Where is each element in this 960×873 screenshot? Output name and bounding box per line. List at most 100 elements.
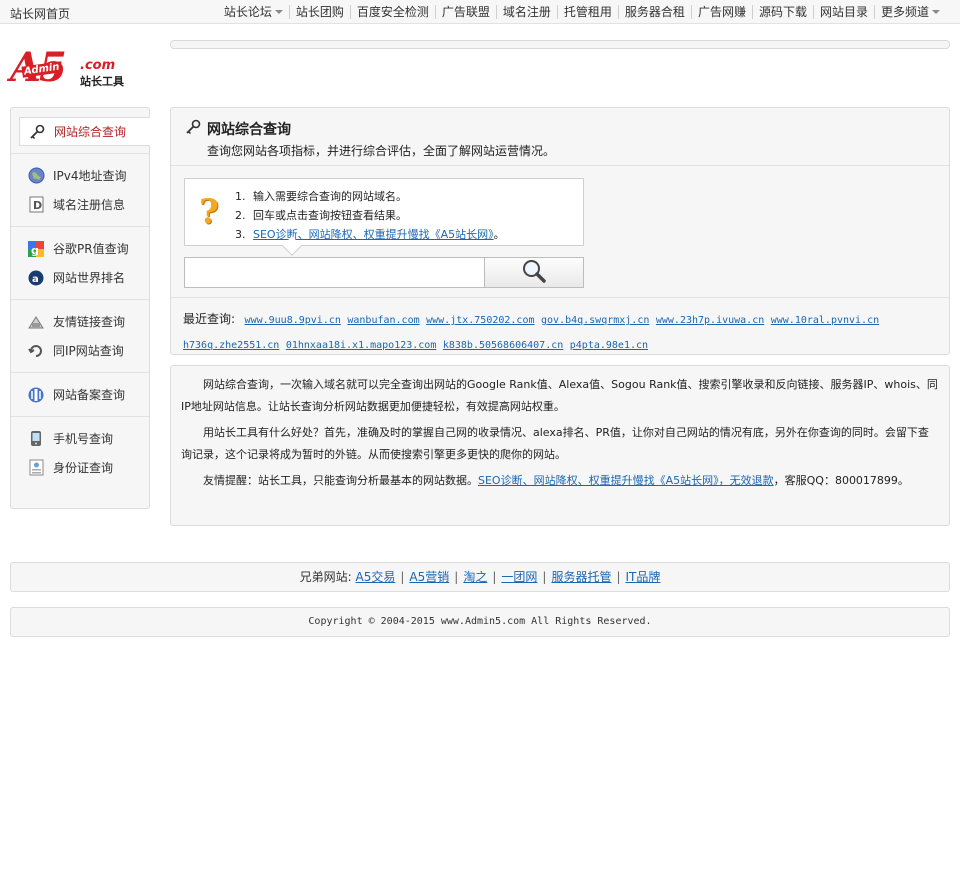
google-icon: g	[27, 240, 45, 258]
search-icon	[521, 258, 547, 287]
recent-query-link[interactable]: www.23h7p.ivuwa.cn	[656, 315, 764, 326]
sidebar-group: 友情链接查询 同IP网站查询	[11, 300, 149, 373]
separator: |	[542, 570, 547, 584]
home-link[interactable]: 站长网首页	[10, 5, 70, 22]
sidebar-item-label: 网站综合查询	[54, 125, 127, 139]
sidebar: 网站综合查询 IPv4地址查询 D 域名注册信息 g 谷歌PR值查询 a 网站世界排名 友情链接…	[10, 107, 150, 509]
friend-link[interactable]: IT品牌	[626, 570, 661, 584]
search-button[interactable]	[484, 257, 584, 288]
domain-search-input[interactable]	[184, 257, 485, 288]
seo-service-link[interactable]: SEO诊断、网站降权、权重提升慢找《A5站长网》，无效退款	[478, 474, 774, 487]
top-nav-label: 百度安全检测	[356, 5, 429, 19]
link-icon	[27, 313, 45, 331]
friend-link[interactable]: 一团网	[501, 570, 537, 584]
key-icon	[28, 123, 46, 141]
question-mark-icon: ?	[199, 192, 219, 232]
instruction-item: 2. 回车或点击查询按钮查看结果。	[235, 206, 505, 225]
recent-query-link[interactable]: h736q.zhe2551.cn	[183, 340, 279, 351]
instruction-text: 输入需要综合查询的网站域名。	[253, 190, 407, 203]
chevron-down-icon	[274, 10, 283, 14]
sidebar-item-label: 手机号查询	[53, 432, 114, 446]
friend-link[interactable]: A5交易	[356, 570, 396, 584]
info-paragraph-2: 用站长工具有什么好处？首先，准确及时的掌握自己网的收录情况、alexa排名、PR…	[181, 426, 929, 461]
info-paragraph-3: 友情提醒：站长工具，只能查询分析最基本的网站数据。SEO诊断、网站降权、权重提升…	[181, 470, 939, 492]
instruction-tail: 。	[493, 228, 505, 241]
info-section: 网站综合查询，一次输入域名就可以完全查询出网站的Google Rank值、Ale…	[170, 365, 950, 526]
panel-header: 网站综合查询 查询您网站各项指标，并进行综合评估，全面了解网站运营情况。	[171, 108, 949, 166]
instructions-box: ? 1. 输入需要综合查询的网站域名。 2. 回车或点击查询按钮查看结果。 3. SEO诊…	[184, 178, 584, 256]
recent-query-link[interactable]: www.jtx.750202.com	[426, 315, 534, 326]
logo[interactable]: A5 Admin .com 站长工具	[10, 48, 140, 94]
logo-tool-name: 站长工具	[80, 75, 124, 88]
recent-queries: 最近查询: www.9uu8.9pvi.cn wanbufan.com www.…	[171, 297, 949, 358]
recent-query-link[interactable]: gov.b4q.swqrmxj.cn	[541, 315, 649, 326]
sidebar-item[interactable]: 友情链接查询	[11, 307, 149, 336]
top-nav-label: 域名注册	[502, 5, 551, 19]
chevron-down-icon	[932, 10, 940, 14]
top-nav-item[interactable]: 托管租用	[556, 5, 618, 19]
top-nav-label: 托管租用	[563, 5, 612, 19]
sidebar-item[interactable]: a 网站世界排名	[11, 263, 149, 292]
top-nav-item[interactable]: 广告网赚	[690, 5, 752, 19]
friend-link[interactable]: 淘之	[463, 570, 487, 584]
recent-query-link[interactable]: k838b.50568606407.cn	[443, 340, 563, 351]
top-nav-item[interactable]: 广告联盟	[434, 5, 496, 19]
key-icon	[185, 119, 201, 138]
document-d-icon: D	[27, 196, 45, 214]
sidebar-item[interactable]: 身份证查询	[11, 453, 149, 482]
logo-com: .com	[80, 58, 116, 73]
sidebar-group: g 谷歌PR值查询 a 网站世界排名	[11, 227, 149, 300]
sidebar-group: 网站备案查询	[11, 373, 149, 417]
top-nav-item[interactable]: 域名注册	[495, 5, 557, 19]
record-icon	[27, 386, 45, 404]
svg-text:g: g	[31, 244, 39, 257]
top-nav: 站长论坛 站长团购 百度安全检测 广告联盟 域名注册 托管租用 服务器合租 广告网赚 源码下载网…	[218, 5, 946, 19]
idcard-icon	[27, 459, 45, 477]
top-nav-label: 网站目录	[819, 5, 868, 19]
svg-text:a: a	[32, 274, 39, 285]
alexa-icon: a	[27, 269, 45, 287]
recent-query-link[interactable]: 01hnxaa18i.x1.mapo123.com	[286, 340, 437, 351]
sidebar-item[interactable]: IPv4地址查询	[11, 161, 149, 190]
recent-label: 最近查询:	[183, 312, 236, 326]
sidebar-item[interactable]: 同IP网站查询	[11, 336, 149, 365]
separator: |	[400, 570, 405, 584]
top-nav-item[interactable]: 更多频道	[873, 5, 946, 19]
header-strip	[170, 40, 950, 49]
top-nav-item[interactable]: 网站目录	[812, 5, 874, 19]
panel-title: 网站综合查询	[207, 122, 291, 138]
sidebar-item[interactable]: g 谷歌PR值查询	[11, 234, 149, 263]
friend-link[interactable]: A5营销	[409, 570, 449, 584]
top-bar: 站长网首页 站长论坛 站长团购 百度安全检测 广告联盟 域名注册 托管租用 服务器合租 广告网…	[0, 0, 960, 24]
recent-query-link[interactable]: www.9uu8.9pvi.cn	[245, 315, 341, 326]
sidebar-item-label: 身份证查询	[53, 461, 114, 475]
instruction-number: 3.	[235, 228, 246, 241]
top-nav-item[interactable]: 站长团购	[288, 5, 350, 19]
instruction-item: 3. SEO诊断、网站降权、权重提升慢找《A5站长网》。	[235, 225, 505, 244]
recent-query-link[interactable]: wanbufan.com	[347, 315, 419, 326]
recent-query-link[interactable]: p4pta.98e1.cn	[570, 340, 648, 351]
query-panel: 网站综合查询 查询您网站各项指标，并进行综合评估，全面了解网站运营情况。 ? 1…	[170, 107, 950, 355]
top-nav-item[interactable]: 服务器合租	[617, 5, 691, 19]
friend-link[interactable]: 服务器托管	[551, 570, 611, 584]
top-nav-item[interactable]: 源码下载	[751, 5, 813, 19]
friend-links-label: 兄弟网站:	[299, 570, 352, 584]
top-nav-item[interactable]: 站长论坛	[218, 5, 289, 19]
sidebar-item[interactable]: 手机号查询	[11, 424, 149, 453]
sidebar-item-label: 友情链接查询	[53, 315, 126, 329]
separator: |	[616, 570, 621, 584]
info-contact-text: ，客服QQ：800017899。	[773, 474, 909, 487]
sidebar-item-label: 同IP网站查询	[53, 344, 124, 358]
top-nav-label: 站长论坛	[223, 5, 272, 19]
panel-description: 查询您网站各项指标，并进行综合评估，全面了解网站运营情况。	[207, 144, 556, 158]
sidebar-item[interactable]: 网站综合查询	[19, 117, 150, 146]
top-nav-item[interactable]: 百度安全检测	[349, 5, 435, 19]
separator: |	[492, 570, 497, 584]
top-nav-label: 广告网赚	[697, 5, 746, 19]
top-nav-label: 站长团购	[295, 5, 344, 19]
sidebar-item-label: IPv4地址查询	[53, 169, 127, 183]
sidebar-item[interactable]: D 域名注册信息	[11, 190, 149, 219]
sidebar-item[interactable]: 网站备案查询	[11, 380, 149, 409]
recent-query-link[interactable]: www.10ral.pvnvi.cn	[771, 315, 879, 326]
ip-icon	[27, 342, 45, 360]
